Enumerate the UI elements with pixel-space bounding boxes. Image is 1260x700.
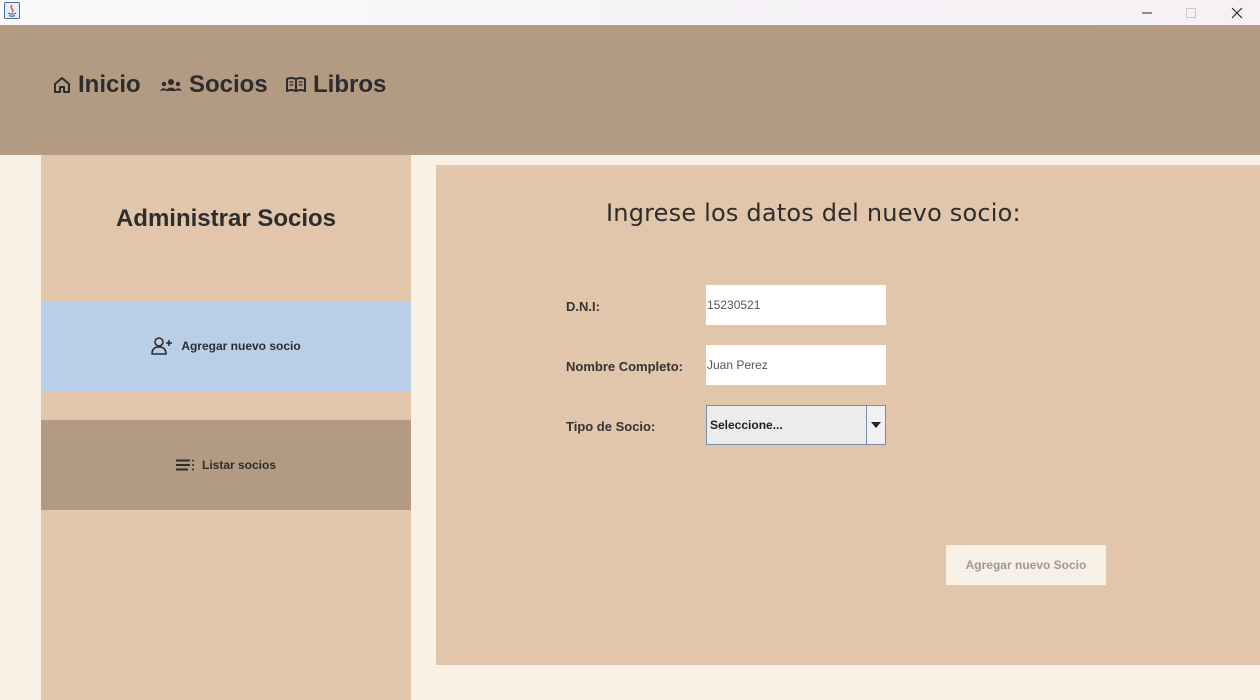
tipo-socio-selected-value: Seleccione... <box>710 418 783 432</box>
sidebar-item-label: Listar socios <box>201 458 277 472</box>
dni-field[interactable] <box>706 285 886 325</box>
form-title: Ingrese los datos del nuevo socio: <box>606 199 1021 227</box>
maximize-icon <box>1186 7 1196 18</box>
close-icon <box>1231 7 1243 18</box>
home-icon <box>54 77 70 93</box>
minimize-button[interactable] <box>1124 0 1170 25</box>
java-icon <box>4 2 20 19</box>
nombre-completo-field[interactable] <box>706 345 886 385</box>
close-button[interactable] <box>1214 0 1260 25</box>
nav-inicio[interactable]: Inicio <box>52 69 141 101</box>
list-icon <box>175 459 194 471</box>
dni-label: D.N.I: <box>566 299 600 314</box>
sidebar-title: Administrar Socios <box>115 205 337 232</box>
nav-libros[interactable]: Libros <box>285 69 386 101</box>
new-member-form-panel: Ingrese los datos del nuevo socio: D.N.I… <box>436 165 1260 665</box>
sidebar-item-agregar-socio[interactable]: Agregar nuevo socio <box>41 301 411 391</box>
chevron-down-icon <box>871 422 881 428</box>
sidebar: Administrar Socios Agregar nuevo socio L… <box>41 155 411 700</box>
group-icon <box>160 79 182 91</box>
nav-libros-label: Libros <box>313 71 387 98</box>
add-user-icon <box>151 337 173 355</box>
combo-dropdown-button[interactable] <box>866 406 885 444</box>
sidebar-item-listar-socios[interactable]: Listar socios <box>41 420 411 510</box>
maximize-button[interactable] <box>1168 0 1214 25</box>
minimize-icon <box>1142 12 1152 13</box>
tipo-socio-label: Tipo de Socio: <box>566 419 656 434</box>
nav-socios[interactable]: Socios <box>159 69 268 101</box>
sidebar-item-label: Agregar nuevo socio <box>181 339 301 353</box>
book-icon <box>286 77 306 92</box>
window-title-bar <box>0 0 1260 25</box>
top-navigation-bar: Inicio Socios Libros <box>0 25 1260 155</box>
nombre-label: Nombre Completo: <box>566 359 683 374</box>
nav-socios-label: Socios <box>189 71 268 98</box>
agregar-nuevo-socio-button[interactable]: Agregar nuevo Socio <box>946 545 1106 585</box>
nav-inicio-label: Inicio <box>78 71 141 98</box>
tipo-socio-select[interactable]: Seleccione... <box>706 405 886 445</box>
